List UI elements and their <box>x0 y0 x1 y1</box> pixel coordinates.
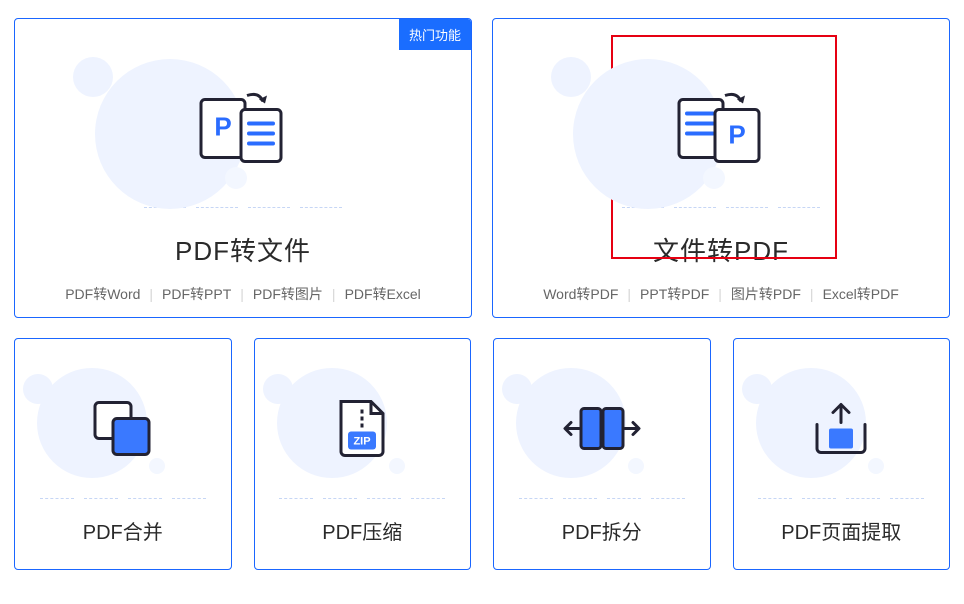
card-title: PDF页面提取 <box>781 516 901 545</box>
pdf-to-file-icon: P <box>197 92 289 175</box>
tag[interactable]: Excel转PDF <box>823 284 899 304</box>
card-tags: PDF转Word| PDF转PPT| PDF转图片| PDF转Excel <box>65 284 421 304</box>
tag[interactable]: PDF转Excel <box>345 284 421 304</box>
split-icon <box>563 403 641 460</box>
card-pdf-merge[interactable]: PDF合并 <box>14 338 232 570</box>
divider <box>279 498 445 500</box>
hot-badge: 热门功能 <box>399 19 471 50</box>
card-tags: Word转PDF| PPT转PDF| 图片转PDF| Excel转PDF <box>543 284 899 304</box>
svg-text:ZIP: ZIP <box>354 436 371 448</box>
row-primary: 热门功能 P <box>14 18 950 318</box>
card-pdf-split[interactable]: PDF拆分 <box>493 338 711 570</box>
card-title: 文件转PDF <box>653 231 789 268</box>
divider <box>758 498 924 500</box>
tag[interactable]: PPT转PDF <box>640 284 709 304</box>
compress-icon: ZIP <box>335 398 389 465</box>
tag[interactable]: Word转PDF <box>543 284 618 304</box>
card-pdf-compress[interactable]: ZIP PDF压缩 <box>254 338 472 570</box>
card-illustration: ZIP <box>255 348 471 498</box>
card-pdf-extract[interactable]: PDF页面提取 <box>733 338 951 570</box>
extract-icon <box>809 401 873 462</box>
card-illustration <box>734 348 950 498</box>
card-illustration <box>15 348 231 498</box>
card-title: PDF拆分 <box>562 516 642 545</box>
card-illustration <box>494 348 710 498</box>
tag[interactable]: PDF转Word <box>65 284 140 304</box>
row-secondary: PDF合并 ZIP PDF压缩 <box>14 338 950 570</box>
card-title: PDF压缩 <box>322 516 402 545</box>
svg-text:P: P <box>728 120 745 150</box>
file-to-pdf-icon: P <box>675 92 767 175</box>
tool-grid: 热门功能 P <box>0 0 964 588</box>
divider <box>519 498 685 500</box>
tag[interactable]: PDF转PPT <box>162 284 231 304</box>
card-illustration: P <box>15 47 471 207</box>
divider <box>40 498 206 500</box>
svg-text:P: P <box>214 112 231 142</box>
card-title: PDF转文件 <box>175 231 311 268</box>
card-title: PDF合并 <box>83 516 163 545</box>
tag[interactable]: PDF转图片 <box>253 284 323 304</box>
card-pdf-to-file[interactable]: 热门功能 P <box>14 18 472 318</box>
card-file-to-pdf[interactable]: P 文件转PDF Word转PDF| PPT转PDF| 图片转PDF| Exce… <box>492 18 950 318</box>
merge-icon <box>91 399 155 464</box>
card-illustration: P <box>493 47 949 207</box>
tag[interactable]: 图片转PDF <box>731 284 801 304</box>
